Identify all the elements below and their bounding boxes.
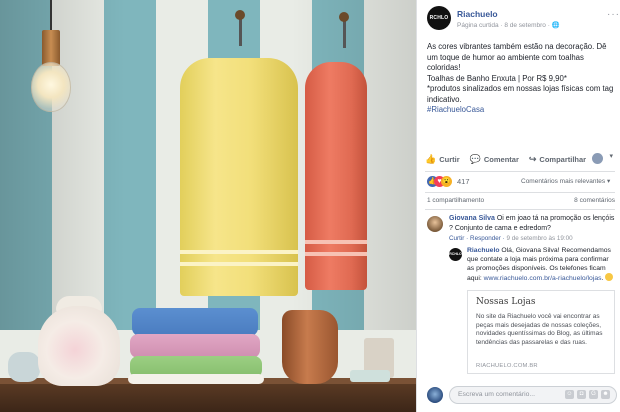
reply-link[interactable]: www.riachuelo.com.br/a-riachuelo/lojas [484,275,602,282]
blue-folded-towel [132,308,258,336]
glass-bottle [8,352,40,382]
commenter-avatar[interactable] [427,216,443,232]
comment-count[interactable]: 8 comentários [574,197,615,204]
post-stats: 1 compartilhamento 8 comentários [427,197,617,207]
comment-timestamp[interactable]: 9 de setembro às 19:00 [506,235,572,242]
lamp-socket [42,30,60,66]
comment-placeholder: Escreva um comentário... [458,391,536,398]
comment-like-link[interactable]: Curtir [449,235,464,242]
towel-stripe [305,240,367,244]
post-meta-text: Página curtida · 8 de setembro · [457,22,552,29]
smile-emoji-icon [605,273,614,281]
yellow-towel [180,58,298,296]
lamp-cord [50,0,52,34]
page-name-link[interactable]: Riachuelo [457,9,498,19]
link-card-description: No site da Riachuelo você vai encontrar … [476,313,603,346]
comment-sort-dropdown[interactable]: Comentários mais relevantes ▾ [521,177,610,185]
share-count[interactable]: 1 compartilhamento [427,197,484,204]
hashtag-link[interactable]: #RiachueloCasa [427,105,617,116]
divider [425,171,615,172]
facebook-photo-viewer: RCHLO Riachuelo Página curtida · 8 de se… [0,0,620,412]
emoji-icon[interactable]: ☺ [565,390,574,399]
pink-folded-towel [130,334,260,358]
reply-author-name[interactable]: Riachuelo [467,247,499,254]
wall-hook [235,10,245,20]
soap-bar [350,370,390,382]
share-icon: ↪ [528,153,537,164]
divider [425,192,615,193]
reactions-row: 👍 ♥ 😮 417 Comentários mais relevantes ▾ [427,176,617,188]
globe-icon: 🌐 [551,22,560,29]
share-button[interactable]: ↪ Compartilhar [529,154,586,165]
towel-stripe [180,250,298,254]
comment-reply-link[interactable]: Responder [470,235,501,242]
post-body: As cores vibrantes também estão na decor… [427,42,617,116]
wow-reaction-icon[interactable]: 😮 [441,176,452,187]
comment-icon: 💬 [469,153,481,164]
write-comment-row: Escreva um comentário... ☺ ◘ G ☻ [425,384,619,406]
hook-stem [343,18,346,48]
towel-stripe [305,252,367,256]
thumbs-up-icon: 👍 [425,153,437,164]
white-folded-towel [128,374,264,384]
current-user-avatar [427,387,443,403]
reaction-count[interactable]: 417 [457,177,470,186]
gif-icon[interactable]: G [589,390,598,399]
hook-stem [239,16,242,46]
post-photo[interactable] [0,0,416,412]
post-header: RCHLO Riachuelo Página curtida · 8 de se… [427,6,620,36]
like-button[interactable]: 👍 Curtir [425,154,460,165]
sticker-icon[interactable]: ☻ [601,390,610,399]
post-panel: RCHLO Riachuelo Página curtida · 8 de se… [416,0,620,412]
post-as-avatar[interactable] [592,153,603,164]
light-bulb [31,62,71,112]
comment-input[interactable]: Escreva um comentário... ☺ ◘ G ☻ [449,386,617,404]
post-text-line: As cores vibrantes também estão na decor… [427,42,607,72]
comment-input-icons: ☺ ◘ G ☻ [562,390,610,399]
page-avatar[interactable]: RCHLO [427,6,451,30]
reply-avatar[interactable]: RCHLO [449,248,462,261]
comment-actions: Curtir · Responder · 9 de setembro às 19… [449,235,573,242]
towel-stripe [180,262,298,266]
copper-pitcher [282,310,338,384]
more-options-icon[interactable]: ··· [607,9,620,20]
camera-icon[interactable]: ◘ [577,390,586,399]
post-text-line: *produtos sinalizados em nossas lojas fí… [427,84,614,104]
like-label: Curtir [439,154,460,164]
link-card-title: Nossas Lojas [476,297,536,307]
commenter-name[interactable]: Giovana Silva [449,215,495,222]
wall-hook [339,12,349,22]
comment-button[interactable]: 💬 Comentar [470,154,519,165]
link-card-url: RIACHUELO.COM.BR [476,363,538,369]
comment-label: Comentar [483,154,519,164]
post-meta: Página curtida · 8 de setembro · 🌐 [457,21,560,29]
wooden-shelf [0,384,416,412]
floral-jar [38,306,120,386]
link-preview-card[interactable]: Nossas Lojas No site da Riachuelo você v… [467,290,615,374]
action-bar: 👍 Curtir 💬 Comentar ↪ Compartilhar ▾ [425,150,617,168]
reply-body: Riachuelo Olá, Giovana Silva! Recomendam… [467,246,617,283]
divider [425,209,615,210]
post-text-line: Toalhas de Banho Enxuta | Por R$ 9,90* [427,73,567,83]
comment-body: Giovana Silva Oi em joao tá na promoção … [449,214,617,233]
share-label: Compartilhar [539,154,587,164]
chevron-down-icon[interactable]: ▾ [609,152,613,160]
